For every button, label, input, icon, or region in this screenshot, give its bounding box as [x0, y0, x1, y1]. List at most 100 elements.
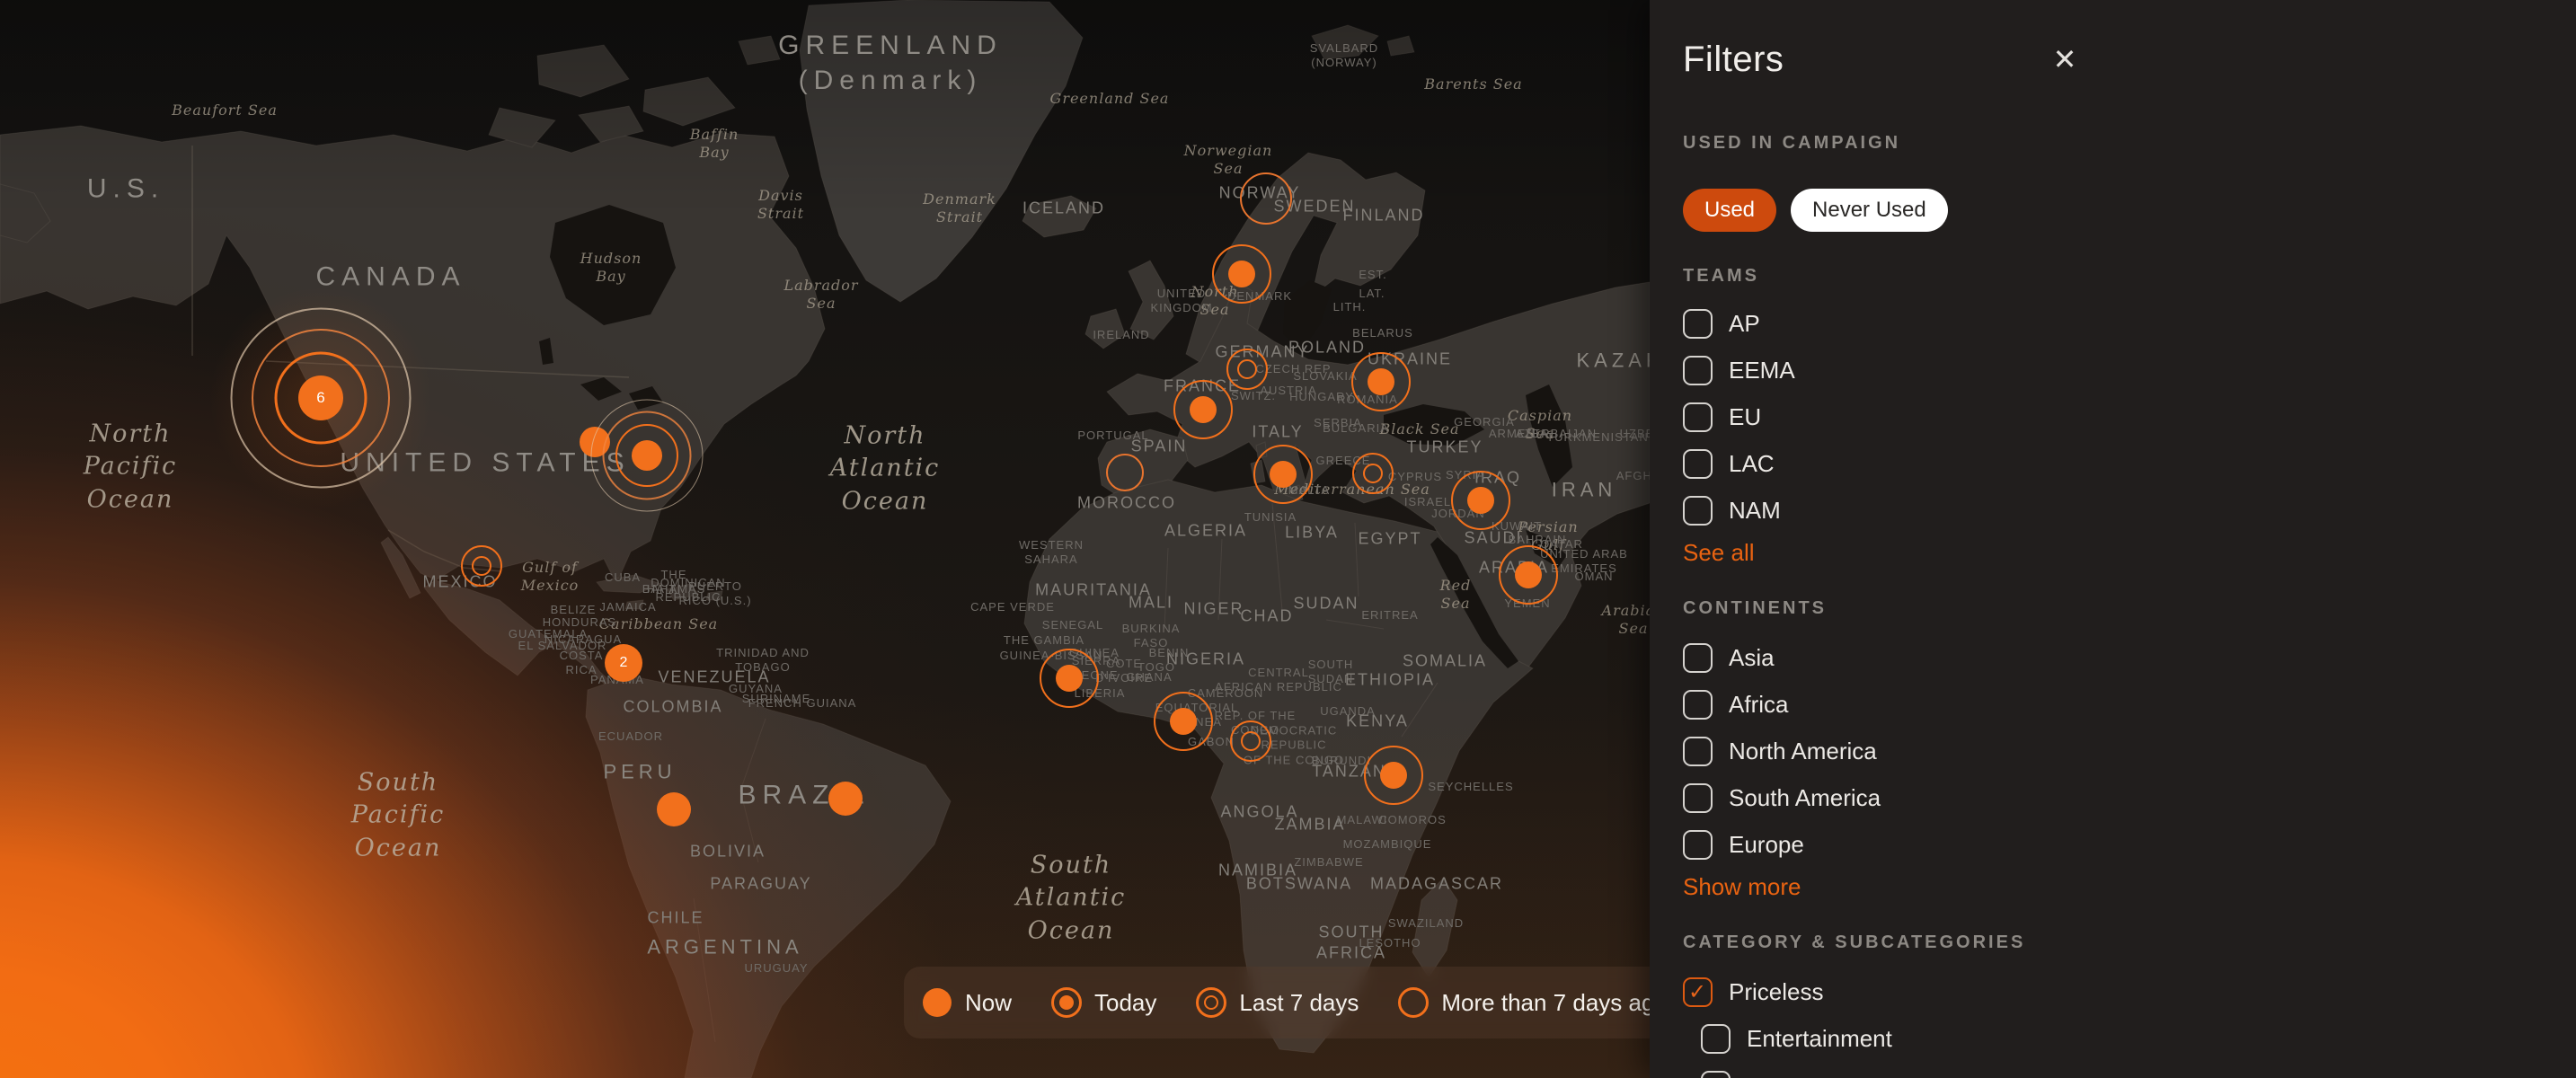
continent-checkbox-row[interactable]: North America	[1683, 728, 1881, 774]
map-label: URUGUAY	[744, 961, 808, 976]
checkbox-label: Asia	[1729, 644, 1775, 672]
map-label: Red Sea	[1440, 577, 1472, 613]
legend-label: Now	[965, 989, 1012, 1017]
marker-count: 2	[620, 655, 628, 671]
filters-panel: Filters ✕ USED IN CAMPAIGN Used Never Us…	[1650, 0, 2576, 1078]
checkbox-label: Entertainment	[1747, 1025, 1892, 1053]
used-pill[interactable]: Used	[1683, 189, 1776, 232]
map-label: BOTSWANA	[1246, 873, 1352, 894]
never-used-pill[interactable]: Never Used	[1791, 189, 1948, 232]
legend-item: Last 7 days	[1196, 987, 1359, 1018]
team-checkbox-row[interactable]: EEMA	[1683, 347, 1795, 393]
legend-label: Today	[1094, 989, 1156, 1017]
checkbox-icon[interactable]	[1683, 309, 1713, 339]
map-label: Caribbean Sea	[599, 615, 718, 633]
map-label: Greenland Sea	[1050, 90, 1170, 108]
checkbox-icon[interactable]	[1683, 830, 1713, 860]
map-label: EGYPT	[1358, 528, 1421, 549]
map-label: SENEGAL	[1042, 618, 1103, 632]
legend-marker-icon	[1398, 987, 1429, 1018]
checkbox-icon[interactable]	[1683, 496, 1713, 526]
marker-core	[1515, 561, 1542, 588]
category-checkbox-row[interactable]: Priceless	[1683, 968, 1892, 1015]
marker-core	[657, 792, 691, 826]
map-label: TRINIDAD AND TOBAGO	[716, 646, 810, 676]
continent-checkbox-row[interactable]: Asia	[1683, 634, 1881, 681]
map-label: THE BAHAMAS	[642, 568, 706, 597]
checkbox-label: Priceless	[1729, 978, 1823, 1006]
map-label: PORTUGAL	[1077, 429, 1148, 443]
map-label: PARAGUAY	[710, 873, 811, 894]
map-label: BOLIVIA	[690, 841, 766, 862]
checkbox-icon[interactable]	[1683, 690, 1713, 720]
map-label: SOUTH SUDAN	[1308, 658, 1354, 687]
map-label: TURKEY	[1406, 437, 1483, 457]
map-label: SOMALIA	[1403, 650, 1487, 671]
map-label: Baffin Bay	[690, 126, 739, 162]
close-icon[interactable]: ✕	[2045, 40, 2085, 79]
legend-label: More than 7 days ago	[1441, 989, 1668, 1017]
map-label: North Atlantic Ocean	[830, 420, 941, 517]
checkbox-icon[interactable]	[1683, 643, 1713, 673]
category-checkbox-row[interactable]: Entertainment	[1701, 1015, 1892, 1062]
map-label: LITH.	[1333, 300, 1367, 314]
map-label: LAT.	[1359, 287, 1385, 301]
checkbox-label: South America	[1729, 784, 1881, 812]
teams-list: AP EEMA EU LAC NAM	[1683, 300, 1795, 534]
checkbox-icon[interactable]	[1683, 737, 1713, 766]
map-label: WESTERN SAHARA	[1019, 538, 1084, 568]
marker-inner-ring	[472, 556, 491, 576]
checkbox-label: LAC	[1729, 450, 1775, 478]
checkbox-icon[interactable]	[1683, 402, 1713, 432]
see-all-link[interactable]: See all	[1683, 539, 1755, 567]
continent-checkbox-row[interactable]: Africa	[1683, 681, 1881, 728]
section-header-teams: TEAMS	[1683, 266, 1759, 287]
map-label: LESOTHO	[1359, 936, 1421, 950]
map-label: Hudson Bay	[580, 250, 642, 286]
map-label: SEYCHELLES	[1428, 780, 1513, 794]
map-label: SUDAN	[1293, 593, 1359, 614]
map-label: CHAD	[1240, 605, 1293, 626]
continent-checkbox-row[interactable]: Europe	[1683, 821, 1881, 868]
legend-marker-icon	[1196, 987, 1226, 1018]
section-header-categories: CATEGORY & SUBCATEGORIES	[1683, 932, 2025, 953]
map-label: FINLAND	[1342, 205, 1424, 225]
map-label: MAURITANIA	[1035, 579, 1152, 600]
marker-core	[1170, 708, 1197, 735]
map-label: ICELAND	[1022, 198, 1105, 218]
show-more-link[interactable]: Show more	[1683, 873, 1801, 901]
continent-checkbox-row[interactable]: South America	[1683, 774, 1881, 821]
app-root: Beaufort SeaNorth Pacific OceanSouth Pac…	[0, 0, 2576, 1078]
team-checkbox-row[interactable]: EU	[1683, 393, 1795, 440]
map-label: UNITED KINGDOM	[1150, 287, 1212, 316]
team-checkbox-row[interactable]: AP	[1683, 300, 1795, 347]
map-label: CAPE VERDE	[970, 600, 1055, 614]
map-label: IRELAND	[1093, 328, 1149, 342]
team-checkbox-row[interactable]: NAM	[1683, 487, 1795, 534]
checkbox-icon[interactable]	[1701, 1071, 1731, 1078]
map-label: IRAN	[1552, 478, 1617, 504]
checkbox-icon[interactable]	[1683, 356, 1713, 385]
checkbox-icon[interactable]	[1683, 449, 1713, 479]
checkbox-icon[interactable]	[1683, 783, 1713, 813]
map-label: ITALY	[1252, 421, 1303, 442]
checkbox-icon[interactable]	[1701, 1024, 1731, 1054]
legend-marker-dot	[1204, 995, 1218, 1010]
section-header-campaign: USED IN CAMPAIGN	[1683, 133, 1900, 154]
marker-inner-ring	[1241, 731, 1261, 751]
checkbox-label: EU	[1729, 403, 1761, 431]
map-legend: Now Today Last 7 days More than 7 days a…	[904, 967, 1680, 1038]
marker-core: 6	[298, 376, 343, 420]
checkbox-icon[interactable]	[1683, 977, 1713, 1007]
categories-list: Priceless Entertainment	[1683, 968, 1892, 1078]
team-checkbox-row[interactable]: LAC	[1683, 440, 1795, 487]
marker-count: 6	[316, 389, 324, 407]
map-label: GREENLAND (Denmark)	[778, 28, 1003, 98]
marker-core	[828, 782, 863, 816]
map-label: Davis Strait	[757, 187, 804, 223]
map-label: Denmark Strait	[923, 190, 996, 226]
category-checkbox-row[interactable]	[1701, 1062, 1892, 1078]
map-label: TUNISIA	[1244, 510, 1297, 525]
map-label: MOROCCO	[1077, 492, 1176, 513]
marker-core	[1467, 487, 1494, 514]
